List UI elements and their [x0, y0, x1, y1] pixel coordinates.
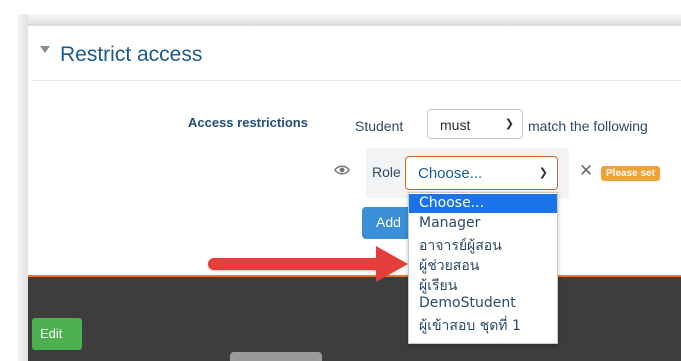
caret-down-icon[interactable]: [40, 46, 50, 53]
window-frame-left: [18, 14, 28, 361]
chevron-down-icon: ❯: [504, 118, 514, 130]
section-title[interactable]: Restrict access: [60, 43, 202, 67]
arrow-head: [376, 246, 408, 282]
dropdown-option[interactable]: Manager: [409, 214, 557, 233]
window-frame-top: [18, 14, 681, 26]
dropdown-option[interactable]: ผู้ช่วยสอน: [409, 254, 557, 274]
access-restrictions-label: Access restrictions: [188, 115, 308, 130]
role-dropdown-list[interactable]: Choose... Manager อาจารย์ผู้สอน ผู้ช่วยส…: [408, 192, 558, 344]
chevron-down-icon: ❯: [538, 167, 548, 179]
section-divider: [32, 80, 681, 81]
arrow-right-icon: [208, 258, 386, 270]
footer-bar: [28, 277, 681, 361]
match-text: match the following: [528, 118, 648, 134]
role-select[interactable]: Choose... ❯: [405, 156, 558, 190]
eye-icon[interactable]: [334, 163, 350, 177]
edit-button[interactable]: Edit: [32, 318, 82, 350]
dropdown-option[interactable]: ผู้เรียน: [409, 274, 557, 294]
dropdown-option[interactable]: DemoStudent: [409, 294, 557, 313]
role-label: Role: [372, 164, 401, 180]
dropdown-option[interactable]: Choose...: [409, 194, 557, 213]
scroll-handle[interactable]: [230, 352, 322, 361]
add-restriction-button[interactable]: Add: [362, 207, 412, 239]
restrict-access-panel: Restrict access Access restrictions Stud…: [28, 26, 681, 361]
dropdown-option[interactable]: อาจารย์ผู้สอน: [409, 234, 557, 254]
dropdown-option[interactable]: ผู้เข้าสอบ ชุดที่ 1: [409, 314, 557, 334]
student-text: Student: [355, 118, 404, 134]
role-select-value: Choose...: [418, 165, 483, 182]
must-select-value: must: [440, 117, 471, 133]
close-icon[interactable]: ✕: [579, 161, 593, 181]
please-set-badge: Please set: [601, 166, 660, 181]
must-select[interactable]: must ❯: [427, 109, 523, 139]
